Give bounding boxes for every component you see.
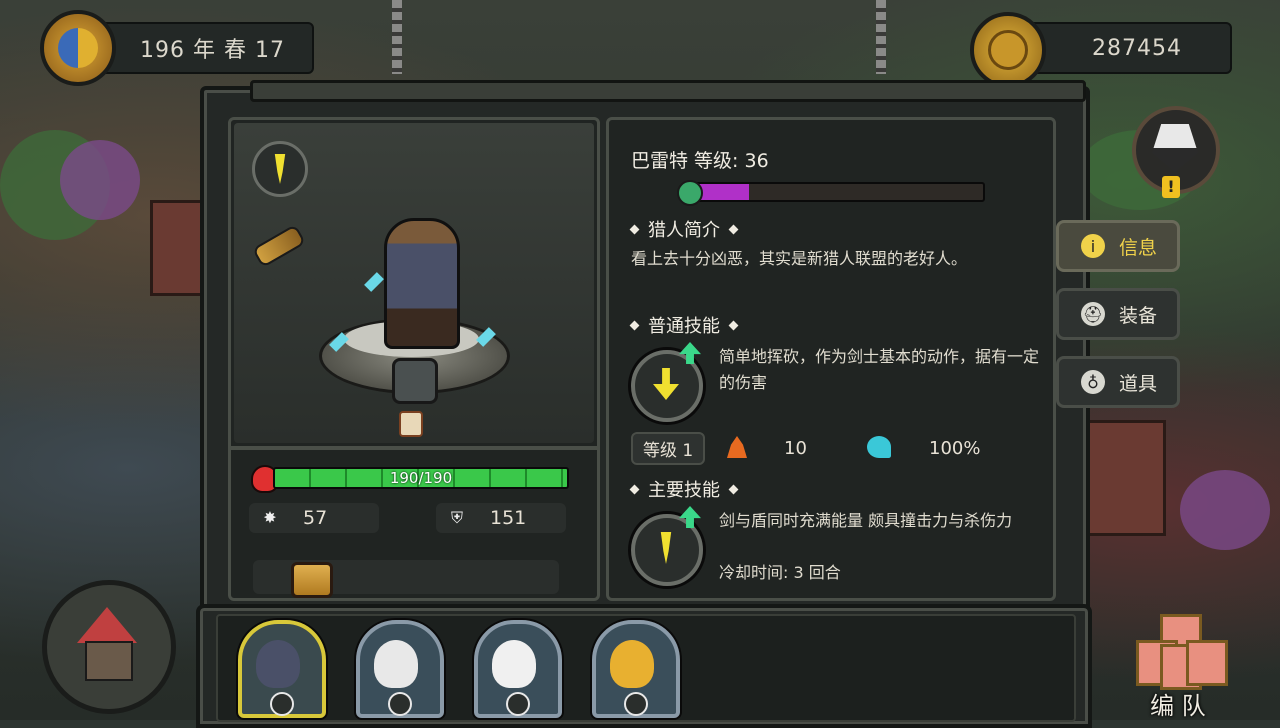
role-badge-icon	[624, 692, 648, 716]
monster-face-icon	[1152, 124, 1198, 172]
hero-detail-panel: 巴雷特 等级: 36 猎人简介 看上去十分凶恶，其实是新猎人联盟的老好人。 普通…	[606, 117, 1056, 601]
telescope-map-icon[interactable]	[251, 221, 307, 271]
hero-face-icon	[374, 640, 418, 688]
crystal-icon	[364, 272, 384, 292]
info-icon: i	[1081, 234, 1105, 258]
tab-equipment-label: 装备	[1119, 304, 1158, 327]
potion-icon: ♁	[1081, 370, 1105, 394]
potion-jar-icon	[291, 562, 333, 598]
defense-shield-icon: ⛨	[450, 508, 463, 527]
member-card-icon	[1186, 640, 1228, 686]
window-header-bar	[250, 80, 1086, 102]
hero-face-icon	[610, 640, 654, 688]
hero-face-icon	[256, 640, 300, 688]
hp-text: 190/190	[389, 469, 453, 487]
gold-coin-icon	[970, 12, 1046, 88]
roster-hero-leopard[interactable]	[592, 620, 680, 718]
crit-value: 100%	[929, 438, 981, 459]
attack-burst-icon: ✸	[263, 508, 277, 527]
formation-label: 编 队	[1150, 692, 1206, 720]
chain	[876, 0, 886, 74]
house-wall-icon	[85, 641, 133, 681]
hero-character-sprite[interactable]	[384, 218, 460, 349]
defense-stat: ⛨ 151	[436, 503, 566, 533]
small-shield-badge-icon	[399, 411, 423, 437]
exclamation-icon: !	[1162, 176, 1180, 198]
main-skill-title: 主要技能	[648, 480, 720, 501]
profile-text: 看上去十分凶恶，其实是新猎人联盟的老好人。	[631, 249, 968, 268]
main-skill-heading: 主要技能	[629, 476, 739, 502]
chain	[392, 0, 402, 74]
crit-icon	[867, 436, 891, 458]
tab-items-label: 道具	[1119, 372, 1158, 395]
hero-portrait-area	[234, 123, 594, 443]
season-emblem-icon[interactable]	[40, 10, 116, 86]
tree	[60, 140, 140, 220]
profile-title: 猎人简介	[648, 220, 720, 241]
tab-equipment[interactable]: ⛑ 装备	[1056, 288, 1180, 340]
item-slot[interactable]	[253, 560, 559, 598]
tree	[1180, 470, 1270, 550]
helmet-icon: ⛑	[1081, 302, 1105, 326]
role-badge-icon	[388, 692, 412, 716]
hero-face-icon	[492, 640, 536, 688]
tab-info-label: 信息	[1119, 236, 1158, 259]
role-badge-icon	[506, 692, 530, 716]
hp-bar: 190/190	[273, 467, 569, 489]
defense-value: 151	[490, 507, 527, 529]
normal-skill-heading: 普通技能	[629, 312, 739, 338]
rank-chevron-icon	[677, 180, 703, 206]
profile-heading: 猎人简介	[629, 216, 739, 242]
house-roof-icon	[77, 607, 137, 643]
roster-hero-polar-bear[interactable]	[474, 620, 562, 718]
tab-info[interactable]: i 信息	[1056, 220, 1180, 272]
hero-name-level: 巴雷特 等级: 36	[631, 150, 769, 172]
roster-hero-eagle[interactable]	[356, 620, 444, 718]
xp-bar	[689, 182, 985, 202]
building	[1080, 420, 1166, 536]
fire-icon	[727, 436, 747, 458]
shield-badge-icon	[392, 358, 438, 404]
formation-button[interactable]: 编 队	[1128, 614, 1228, 720]
skill-level-badge: 等级 1	[631, 432, 706, 465]
hero-portrait-panel: 190/190 ✸ 57 ⛨ 151	[228, 117, 600, 601]
fire-value: 10	[784, 438, 807, 459]
main-skill-desc: 剑与盾同时充满能量 颇具撞击力与杀伤力	[719, 511, 1013, 530]
role-badge-icon	[270, 692, 294, 716]
date-text: 196 年 春 17	[140, 38, 285, 63]
normal-skill-desc: 简单地挥砍，作为剑士基本的动作，据有一定的伤害	[719, 347, 1040, 392]
normal-skill-title: 普通技能	[648, 316, 720, 337]
tab-items[interactable]: ♁ 道具	[1056, 356, 1180, 408]
main-skill-cooldown: 冷却时间: 3 回合	[719, 563, 841, 582]
panel-divider	[231, 446, 597, 450]
attack-value: 57	[303, 507, 328, 529]
roster-hero-barrett-boar[interactable]	[238, 620, 326, 718]
attack-stat: ✸ 57	[249, 503, 379, 533]
coin-amount: 287454	[1092, 35, 1182, 61]
home-button[interactable]	[42, 580, 176, 714]
class-swordsman-icon[interactable]	[252, 141, 308, 197]
